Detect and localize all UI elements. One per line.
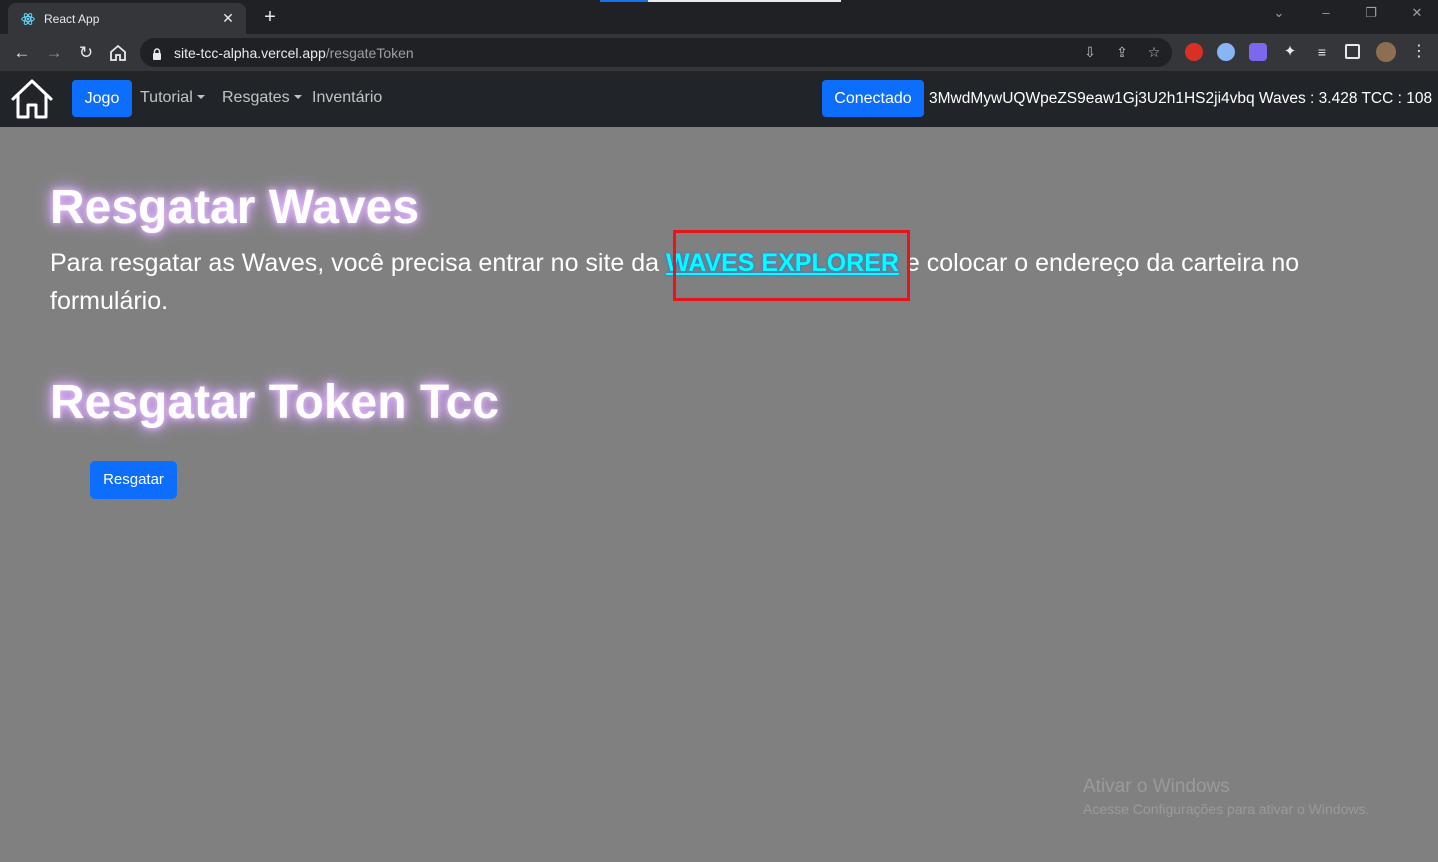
resgates-label: Resgates xyxy=(222,89,290,106)
download-progress-fill xyxy=(600,0,648,2)
inventario-link[interactable]: Inventário xyxy=(312,89,382,107)
react-icon xyxy=(20,11,36,27)
home-icon[interactable] xyxy=(10,78,54,120)
extensions-puzzle-icon[interactable]: ✦ xyxy=(1281,43,1299,61)
highlight-annotation-box xyxy=(673,230,910,301)
forward-icon[interactable]: → xyxy=(42,41,66,65)
media-control-icon[interactable]: ≡ xyxy=(1313,43,1331,61)
close-tab-icon[interactable]: ✕ xyxy=(220,10,236,27)
tutorial-dropdown[interactable]: Tutorial xyxy=(140,89,205,107)
close-window-icon[interactable]: ✕ xyxy=(1402,5,1432,21)
extension-shield-icon[interactable] xyxy=(1217,43,1235,61)
url-path: /resgateToken xyxy=(325,44,414,61)
tab-search-icon[interactable]: ⌄ xyxy=(1264,5,1294,21)
app-navbar: Jogo Tutorial Resgates Inventário Conect… xyxy=(0,71,1438,127)
caret-down-icon xyxy=(293,95,302,99)
jogo-button[interactable]: Jogo xyxy=(72,80,132,117)
extension-red-icon[interactable] xyxy=(1185,43,1203,61)
resgates-dropdown[interactable]: Resgates xyxy=(222,89,302,107)
caret-down-icon xyxy=(196,95,205,99)
side-panel-icon[interactable] xyxy=(1345,44,1360,59)
windows-watermark-subtitle: Acesse Configurações para ativar o Windo… xyxy=(1083,801,1370,817)
share-icon[interactable]: ⇪ xyxy=(1112,44,1132,62)
lock-icon xyxy=(152,47,162,60)
extension-feather-icon[interactable] xyxy=(1249,43,1267,61)
conectado-button[interactable]: Conectado xyxy=(822,80,924,117)
home-browser-icon[interactable] xyxy=(106,41,130,65)
heading-resgatar-token: Resgatar Token Tcc xyxy=(50,376,500,429)
install-icon[interactable]: ⇩ xyxy=(1080,44,1100,62)
profile-avatar[interactable] xyxy=(1376,42,1396,62)
heading-resgatar-waves: Resgatar Waves xyxy=(50,181,420,234)
resgatar-button[interactable]: Resgatar xyxy=(90,461,177,499)
paragraph-before: Para resgatar as Waves, você precisa ent… xyxy=(50,249,667,277)
more-menu-icon[interactable]: ⋮ xyxy=(1410,43,1428,61)
browser-tab-bar: React App ✕ + ⌄ – ❐ ✕ xyxy=(0,0,1438,34)
wallet-info: 3MwdMywUQWpeZS9eaw1Gj3U2h1HS2ji4vbq Wave… xyxy=(929,90,1433,107)
new-tab-icon[interactable]: + xyxy=(258,6,282,28)
address-bar[interactable]: site-tcc-alpha.vercel.app/resgateToken ⇩… xyxy=(140,38,1172,67)
minimize-icon[interactable]: – xyxy=(1311,5,1341,20)
bookmark-star-icon[interactable]: ☆ xyxy=(1144,44,1164,62)
back-icon[interactable]: ← xyxy=(10,41,34,65)
tutorial-label: Tutorial xyxy=(140,89,193,106)
tab-title: React App xyxy=(44,11,100,26)
browser-toolbar: ← → ↻ site-tcc-alpha.vercel.app/resgateT… xyxy=(0,34,1438,71)
reload-icon[interactable]: ↻ xyxy=(74,41,98,65)
url-host: site-tcc-alpha.vercel.app xyxy=(174,44,326,61)
browser-tab[interactable]: React App ✕ xyxy=(8,3,246,34)
restore-icon[interactable]: ❐ xyxy=(1356,5,1386,21)
windows-watermark-title: Ativar o Windows xyxy=(1083,776,1230,797)
